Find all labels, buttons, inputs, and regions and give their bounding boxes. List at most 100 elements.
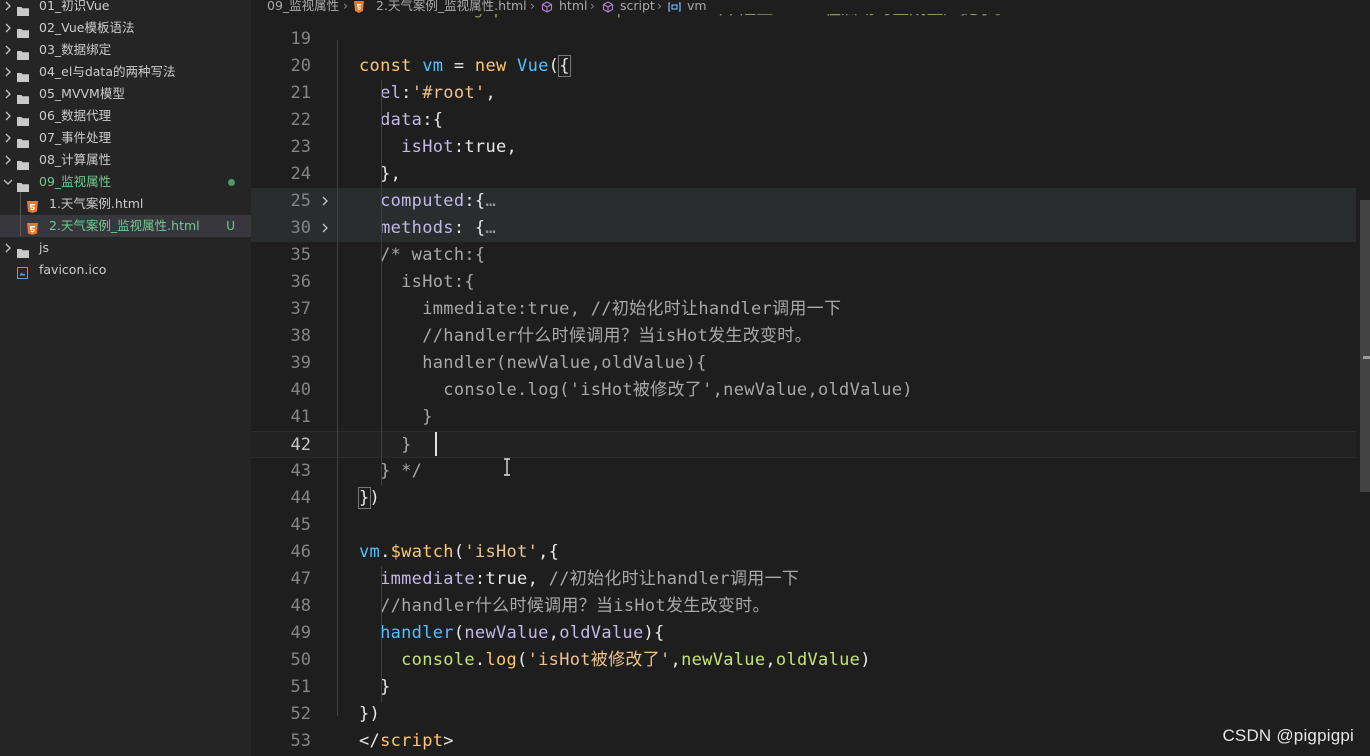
code-line[interactable]: 50 console.log('isHot被修改了',newValue,oldV… xyxy=(251,647,1356,674)
code-token: = xyxy=(443,56,475,76)
chevron-right-icon[interactable] xyxy=(3,17,13,41)
code-line[interactable]: 39 handler(newValue,oldValue){ xyxy=(251,350,1356,377)
code-line[interactable]: 48 //handler什么时候调用？当isHot发生改变时。 xyxy=(251,593,1356,620)
breadcrumb-script[interactable]: script xyxy=(620,0,655,13)
indent-guide xyxy=(337,40,338,716)
code-token: } xyxy=(359,435,412,455)
line-number: 42 xyxy=(290,435,311,455)
code-line[interactable]: 19 xyxy=(251,26,1356,53)
code-token: methods xyxy=(359,218,454,238)
breadcrumb-file[interactable]: 2.天气案例_监视属性.html xyxy=(376,0,527,13)
code-line[interactable]: 47 immediate:true, //初始化时让handler调用一下 xyxy=(251,566,1356,593)
chevron-right-icon[interactable] xyxy=(3,105,13,129)
sidebar-folder-4[interactable]: 05_MVVM模型 xyxy=(0,83,251,105)
line-number: 51 xyxy=(290,677,311,697)
code-line[interactable]: 43 } */ xyxy=(251,458,1356,485)
git-status-dot xyxy=(228,179,235,186)
chevron-right-icon[interactable] xyxy=(3,39,13,63)
code-line[interactable]: 36 isHot:{ xyxy=(251,269,1356,296)
code-line[interactable]: 23 isHot:true, xyxy=(251,134,1356,161)
code-token: newValue xyxy=(681,650,766,670)
code-token: } xyxy=(359,407,433,427)
line-number: 41 xyxy=(290,407,311,427)
chevron-right-icon[interactable] xyxy=(3,61,13,85)
sidebar-folder-5[interactable]: 06_数据代理 xyxy=(0,105,251,127)
code-line[interactable]: 20 const vm = new Vue({ xyxy=(251,53,1356,80)
image-file-icon xyxy=(17,264,28,279)
code-token: oldValue xyxy=(775,650,861,670)
sidebar-folder-2[interactable]: 03_数据绑定 xyxy=(0,39,251,61)
code-line[interactable]: 38 //handler什么时候调用？当isHot发生改变时。 xyxy=(251,323,1356,350)
chevron-right-icon[interactable] xyxy=(3,83,13,107)
breadcrumb-folder[interactable]: 09_监视属性 xyxy=(267,0,339,13)
code-token: console xyxy=(359,650,475,670)
code-token: //handler什么时候调用？当isHot发生改变时。 xyxy=(359,596,770,616)
folder-icon xyxy=(17,23,29,38)
sidebar-file-12[interactable]: favicon.ico xyxy=(0,259,251,281)
line-number: 23 xyxy=(290,137,311,157)
fold-chevron-right-icon[interactable] xyxy=(320,215,330,243)
code-token: } xyxy=(359,677,391,697)
line-number: 50 xyxy=(290,650,311,670)
breadcrumb-html[interactable]: html xyxy=(559,0,587,13)
code-line[interactable]: 37 immediate:true, //初始化时让handler调用一下 xyxy=(251,296,1356,323)
code-text: } xyxy=(359,404,433,431)
code-line[interactable]: 40 console.log('isHot被修改了',newValue,oldV… xyxy=(251,377,1356,404)
line-number: 35 xyxy=(290,245,311,265)
sidebar-folder-8[interactable]: 09_监视属性 xyxy=(0,171,251,193)
folder-icon xyxy=(17,177,29,192)
folder-icon xyxy=(17,133,29,148)
code-token: : xyxy=(474,569,486,589)
code-line[interactable]: 30 methods: {… xyxy=(251,215,1356,242)
code-token: '#root' xyxy=(411,83,486,103)
sidebar-item-label: 08_计算属性 xyxy=(39,152,112,167)
sidebar-folder-11[interactable]: js xyxy=(0,237,251,259)
explorer-sidebar: 01_初识Vue 02_Vue模板语法 03_数据绑定 04_el与data的两种写法… xyxy=(0,0,251,756)
code-text: /* watch:{ xyxy=(359,242,485,269)
code-line[interactable]: 22 data:{ xyxy=(251,107,1356,134)
code-line[interactable]: 53 </script> xyxy=(251,728,1356,755)
code-line[interactable]: 45 xyxy=(251,512,1356,539)
chevron-right-icon[interactable] xyxy=(3,237,13,261)
sidebar-file-10[interactable]: U 2.天气案例_监视属性.html xyxy=(0,215,251,237)
fold-chevron-right-icon[interactable] xyxy=(320,188,330,216)
sidebar-file-9[interactable]: 1.天气案例.html xyxy=(0,193,251,215)
code-line[interactable]: 24 }, xyxy=(251,161,1356,188)
scrollbar-thumb[interactable] xyxy=(1360,200,1370,492)
breadcrumb-vm[interactable]: vm xyxy=(687,0,707,13)
text-cursor xyxy=(435,432,437,456)
line-number: 19 xyxy=(290,29,311,49)
code-token: computed xyxy=(359,191,465,211)
code-token: isHot:{ xyxy=(359,272,475,292)
chevron-right-icon[interactable] xyxy=(3,149,13,173)
element-cube-icon xyxy=(602,0,614,13)
file-tree: 01_初识Vue 02_Vue模板语法 03_数据绑定 04_el与data的两种写法… xyxy=(0,0,251,281)
sidebar-folder-6[interactable]: 07_事件处理 xyxy=(0,127,251,149)
code-line[interactable]: 51 } xyxy=(251,674,1356,701)
sidebar-folder-3[interactable]: 04_el与data的两种写法 xyxy=(0,61,251,83)
chevron-down-icon[interactable] xyxy=(3,171,13,195)
code-text: immediate:true, //初始化时让handler调用一下 xyxy=(359,566,799,593)
code-line[interactable]: 44}) xyxy=(251,485,1356,512)
sidebar-folder-0[interactable]: 01_初识Vue xyxy=(0,0,251,17)
tree-indent-guide xyxy=(20,192,21,236)
code-text: computed:{… xyxy=(359,188,496,215)
code-line[interactable]: 41 } xyxy=(251,404,1356,431)
code-token: :{ xyxy=(422,110,444,130)
sidebar-folder-1[interactable]: 02_Vue模板语法 xyxy=(0,17,251,39)
sidebar-folder-7[interactable]: 08_计算属性 xyxy=(0,149,251,171)
chevron-right-icon[interactable] xyxy=(3,127,13,151)
code-line[interactable]: 21 el:'#root', xyxy=(251,80,1356,107)
code-token: , xyxy=(548,623,560,643)
code-line[interactable]: 52}) xyxy=(251,701,1356,728)
code-token: … xyxy=(485,218,496,238)
folder-icon xyxy=(17,45,29,60)
code-line[interactable]: 49 handler(newValue,oldValue){ xyxy=(251,620,1356,647)
code-line[interactable]: 35 /* watch:{ xyxy=(251,242,1356,269)
code-line[interactable]: 25 computed:{… xyxy=(251,188,1356,215)
code-text: console.log('isHot被修改了',newValue,oldValu… xyxy=(359,377,913,404)
code-line[interactable]: 46 vm.$watch('isHot',{ xyxy=(251,539,1356,566)
code-editor[interactable]: 09_监视属性 › 2.天气案例_监视属性.html › html › scri… xyxy=(251,0,1370,756)
code-line[interactable]: 42 } xyxy=(251,431,1356,458)
sidebar-item-label: 05_MVVM模型 xyxy=(39,86,125,101)
